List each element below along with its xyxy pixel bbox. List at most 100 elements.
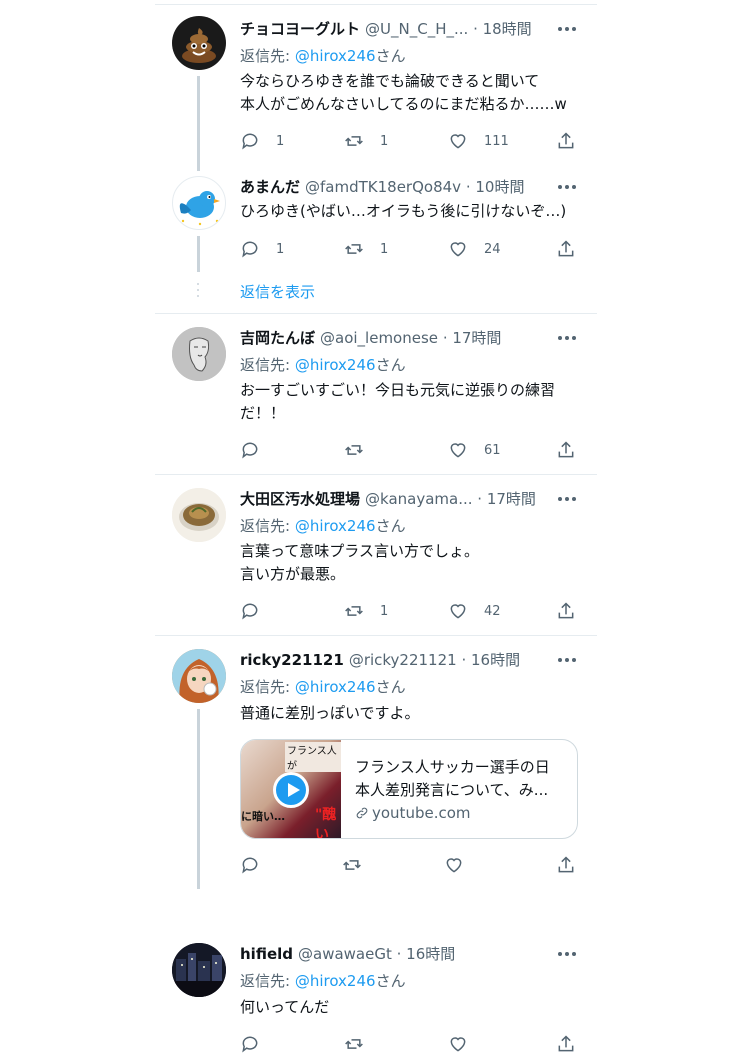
retweet-button[interactable] xyxy=(342,853,362,877)
reply-button[interactable] xyxy=(240,1032,260,1056)
reply-to-link[interactable]: @hirox246 xyxy=(295,517,376,535)
display-name[interactable]: あまんだ xyxy=(240,178,300,196)
like-button[interactable]: 42 xyxy=(448,599,501,623)
reply-to-link[interactable]: @hirox246 xyxy=(295,47,376,65)
reply-to-link[interactable]: @hirox246 xyxy=(295,356,376,374)
tweet-4[interactable]: 大田区汚水処理場 @kanayama... · 17時間 返信先: @hirox2… xyxy=(155,488,597,628)
share-button[interactable] xyxy=(556,129,576,153)
retweet-button[interactable] xyxy=(344,1032,364,1056)
tweet-header: 大田区汚水処理場 @kanayama... · 17時間 xyxy=(240,488,597,510)
user-handle[interactable]: @U_N_C_H_... xyxy=(365,20,468,38)
sketch-portrait-icon xyxy=(172,327,226,381)
display-name[interactable]: チョコヨーグルト xyxy=(240,20,360,38)
timestamp[interactable]: · 10時間 xyxy=(466,178,525,196)
user-handle[interactable]: @awawaeGt xyxy=(298,945,392,963)
more-options-icon[interactable] xyxy=(555,176,579,198)
like-button[interactable] xyxy=(444,853,464,877)
retweet-icon xyxy=(345,1039,363,1049)
link-icon xyxy=(356,807,368,819)
thumbnail-caption-right: "醜い xyxy=(315,807,337,839)
tweet-6[interactable]: hifield @awawaeGt · 16時間 返信先: @hirox246さん… xyxy=(155,943,597,1058)
user-handle[interactable]: @famdTK18erQo84v xyxy=(305,178,461,196)
link-card[interactable]: フランス人が に暗い… "醜い フランス人サッカー選手の日 本人差別発言について… xyxy=(240,739,578,839)
like-button[interactable]: 111 xyxy=(448,129,509,153)
timestamp[interactable]: · 17時間 xyxy=(443,329,502,347)
retweet-button[interactable]: 1 xyxy=(344,599,388,623)
more-options-icon[interactable] xyxy=(555,18,579,40)
more-options-icon[interactable] xyxy=(555,649,579,671)
tweet-header: hifield @awawaeGt · 16時間 xyxy=(240,943,597,965)
tweet-3[interactable]: 吉岡たんぼ @aoi_lemonese · 17時間 返信先: @hirox246… xyxy=(155,327,597,467)
tweet-text-line: 言い方が最悪。 xyxy=(240,565,346,583)
tweet-1[interactable]: チョコヨーグルト @U_N_C_H_... · 18時間 返信先: @hirox2… xyxy=(155,16,597,171)
thumbnail-caption-left: に暗い… xyxy=(241,810,285,823)
card-domain: youtube.com xyxy=(355,802,565,825)
timestamp[interactable]: · 17時間 xyxy=(477,490,536,508)
avatar[interactable] xyxy=(172,16,226,70)
tweet-text: お一すごいすごい！今日も元気に逆張りの練習 だ！！ xyxy=(240,379,577,425)
action-bar: 61 xyxy=(240,438,580,462)
tweet-text-line: だ！！ xyxy=(240,404,286,422)
avatar[interactable] xyxy=(172,176,226,230)
timestamp[interactable]: · 16時間 xyxy=(397,945,456,963)
heart-icon xyxy=(450,604,466,619)
avatar[interactable] xyxy=(172,649,226,703)
show-replies-link[interactable]: 返信を表示 xyxy=(240,281,315,303)
tweet-text: 何いってんだ xyxy=(240,996,577,1019)
reply-button[interactable]: 1 xyxy=(240,237,284,261)
share-button[interactable] xyxy=(556,438,576,462)
tweet-5[interactable]: ricky221121 @ricky221121 · 16時間 返信先: @hir… xyxy=(155,649,597,889)
like-button[interactable]: 61 xyxy=(448,438,501,462)
display-name[interactable]: hifield xyxy=(240,945,293,963)
share-button[interactable] xyxy=(556,599,576,623)
reply-button[interactable] xyxy=(240,853,260,877)
timestamp[interactable]: · 16時間 xyxy=(461,651,520,669)
user-handle[interactable]: @aoi_lemonese xyxy=(320,329,438,347)
display-name[interactable]: ricky221121 xyxy=(240,651,344,669)
retweet-icon xyxy=(345,606,363,616)
reply-prefix: 返信先: xyxy=(240,972,295,990)
share-icon xyxy=(558,1035,574,1052)
tweet-text-line: ひろゆき(やばい…オイラもう後に引けないぞ…) xyxy=(240,202,567,220)
reply-to-link[interactable]: @hirox246 xyxy=(295,972,376,990)
like-button[interactable] xyxy=(448,1032,468,1056)
play-icon[interactable] xyxy=(273,772,309,808)
user-handle[interactable]: @ricky221121 xyxy=(349,651,457,669)
avatar[interactable] xyxy=(172,327,226,381)
reply-button[interactable] xyxy=(240,599,260,623)
reply-to-link[interactable]: @hirox246 xyxy=(295,678,376,696)
tweet-2[interactable]: あまんだ @famdTK18erQo84v · 10時間 ひろゆき(やばい…オイラ… xyxy=(155,176,597,286)
display-name[interactable]: 大田区汚水処理場 xyxy=(240,490,360,508)
like-button[interactable]: 24 xyxy=(448,237,501,261)
card-title-line: フランス人サッカー選手の日 xyxy=(355,758,550,776)
thread-line xyxy=(197,709,200,889)
card-text: フランス人サッカー選手の日 本人差別発言について、み... youtube.co… xyxy=(355,756,565,825)
retweet-button[interactable]: 1 xyxy=(344,237,388,261)
more-options-icon[interactable] xyxy=(555,327,579,349)
reply-button[interactable] xyxy=(240,438,260,462)
share-button[interactable] xyxy=(556,853,576,877)
timestamp[interactable]: · 18時間 xyxy=(473,20,532,38)
food-bowl-icon xyxy=(172,488,226,542)
reply-button[interactable]: 1 xyxy=(240,129,284,153)
more-options-icon[interactable] xyxy=(555,943,579,965)
share-button[interactable] xyxy=(556,237,576,261)
avatar[interactable] xyxy=(172,488,226,542)
like-count: 111 xyxy=(484,133,509,149)
reply-suffix: さん xyxy=(375,972,406,990)
action-bar xyxy=(240,853,580,877)
tweet-text-line: 本人がごめんなさいしてるのにまだ粘るか……w xyxy=(240,95,567,113)
retweet-button[interactable] xyxy=(344,438,364,462)
reply-suffix: さん xyxy=(375,678,406,696)
thread-dots xyxy=(197,283,200,301)
user-handle[interactable]: @kanayama... xyxy=(365,490,473,508)
avatar[interactable] xyxy=(172,943,226,997)
display-name[interactable]: 吉岡たんぼ xyxy=(240,329,315,347)
card-title-line: 本人差別発言について、み... xyxy=(355,781,549,799)
action-bar xyxy=(240,1032,580,1056)
retweet-button[interactable]: 1 xyxy=(344,129,388,153)
more-options-icon[interactable] xyxy=(555,488,579,510)
divider xyxy=(155,313,597,314)
share-button[interactable] xyxy=(556,1032,576,1056)
video-thumbnail[interactable]: フランス人が に暗い… "醜い xyxy=(241,740,341,839)
